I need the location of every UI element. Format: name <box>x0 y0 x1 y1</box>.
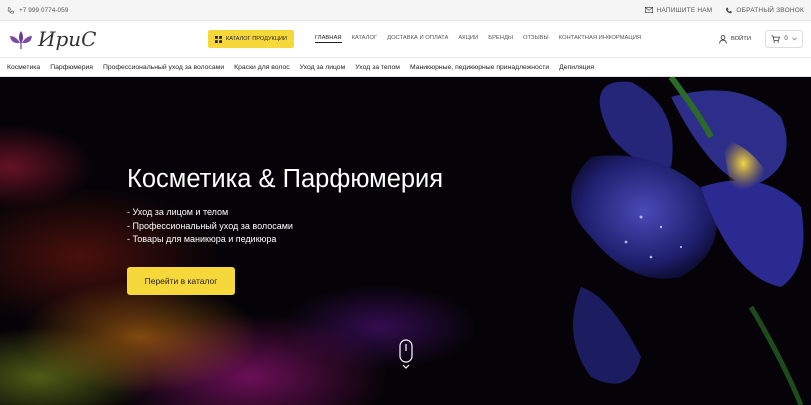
phone-callback-icon <box>726 7 733 13</box>
go-to-catalog-button[interactable]: Перейти в каталог <box>127 267 235 295</box>
category-item[interactable]: Уход за телом <box>355 64 400 71</box>
nav-reviews[interactable]: ОТЗЫВЫ <box>523 35 549 43</box>
catalog-products-button[interactable]: КАТАЛОГ ПРОДУКЦИИ <box>208 30 294 48</box>
phone-contact[interactable]: +7 999 0774-059 <box>7 7 68 14</box>
write-us-link[interactable]: НАПИШИТЕ НАМ <box>644 6 713 14</box>
phone-icon <box>7 6 14 13</box>
scroll-down-icon[interactable] <box>398 339 414 369</box>
cart-icon <box>771 35 781 43</box>
category-nav: Косметика Парфюмерия Профессиональный ух… <box>0 58 811 77</box>
hero-banner: Косметика & Парфюмерия - Уход за лицом и… <box>0 77 811 405</box>
hero-feature-item: - Уход за лицом и телом <box>127 207 229 217</box>
nav-delivery[interactable]: ДОСТАВКА И ОПЛАТА <box>387 35 448 43</box>
nav-catalog[interactable]: КАТАЛОГ <box>352 35 378 43</box>
category-item[interactable]: Маникюрные, педикюрные принадлежности <box>410 64 549 71</box>
login-label: ВОЙТИ <box>730 36 751 42</box>
top-bar: +7 999 0774-059 НАПИШИТЕ НАМ ОБРАТНЫЙ ЗВ… <box>0 0 811 21</box>
cart-count: 0 <box>784 36 788 42</box>
chevron-down-icon <box>791 37 797 41</box>
site-header: ИриС КАТАЛОГ ПРОДУКЦИИ ГЛАВНАЯ КАТАЛОГ Д… <box>0 21 811 58</box>
category-item[interactable]: Профессиональный уход за волосами <box>103 64 224 71</box>
iris-flower-image <box>571 77 804 405</box>
category-item[interactable]: Уход за лицом <box>300 64 346 71</box>
user-icon <box>719 34 727 44</box>
site-logo[interactable]: ИриС <box>8 27 208 51</box>
write-us-label: НАПИШИТЕ НАМ <box>656 6 713 14</box>
iris-logo-icon <box>10 31 32 49</box>
logo-text: ИриС <box>38 27 97 51</box>
nav-contacts[interactable]: КОНТАКТНАЯ ИНФОРМАЦИЯ <box>559 35 641 43</box>
catalog-products-label: КАТАЛОГ ПРОДУКЦИИ <box>226 36 287 42</box>
mail-icon <box>644 7 653 13</box>
category-item[interactable]: Парфюмерия <box>50 64 93 71</box>
phone-number[interactable]: +7 999 0774-059 <box>19 7 68 14</box>
cart-button[interactable]: 0 <box>765 30 803 48</box>
nav-promotions[interactable]: АКЦИИ <box>458 35 478 43</box>
main-nav: ГЛАВНАЯ КАТАЛОГ ДОСТАВКА И ОПЛАТА АКЦИИ … <box>314 35 641 43</box>
login-link[interactable]: ВОЙТИ <box>719 34 751 44</box>
nav-brands[interactable]: БРЕНДЫ <box>488 35 513 43</box>
nav-home[interactable]: ГЛАВНАЯ <box>314 35 342 43</box>
category-item[interactable]: Депиляция <box>559 64 594 71</box>
callback-label: ОБРАТНЫЙ ЗВОНОК <box>736 6 804 14</box>
grid-icon <box>215 35 222 43</box>
hero-title: Косметика & Парфюмерия <box>127 165 444 193</box>
hero-feature-list: - Уход за лицом и телом - Профессиональн… <box>127 206 293 247</box>
category-item[interactable]: Краски для волос <box>234 64 289 71</box>
callback-link[interactable]: ОБРАТНЫЙ ЗВОНОК <box>725 7 804 14</box>
category-item[interactable]: Косметика <box>7 64 40 71</box>
hero-feature-item: - Профессиональный уход за волосами <box>127 220 293 231</box>
hero-feature-item: - Товары для маникюра и педикюра <box>127 234 277 244</box>
